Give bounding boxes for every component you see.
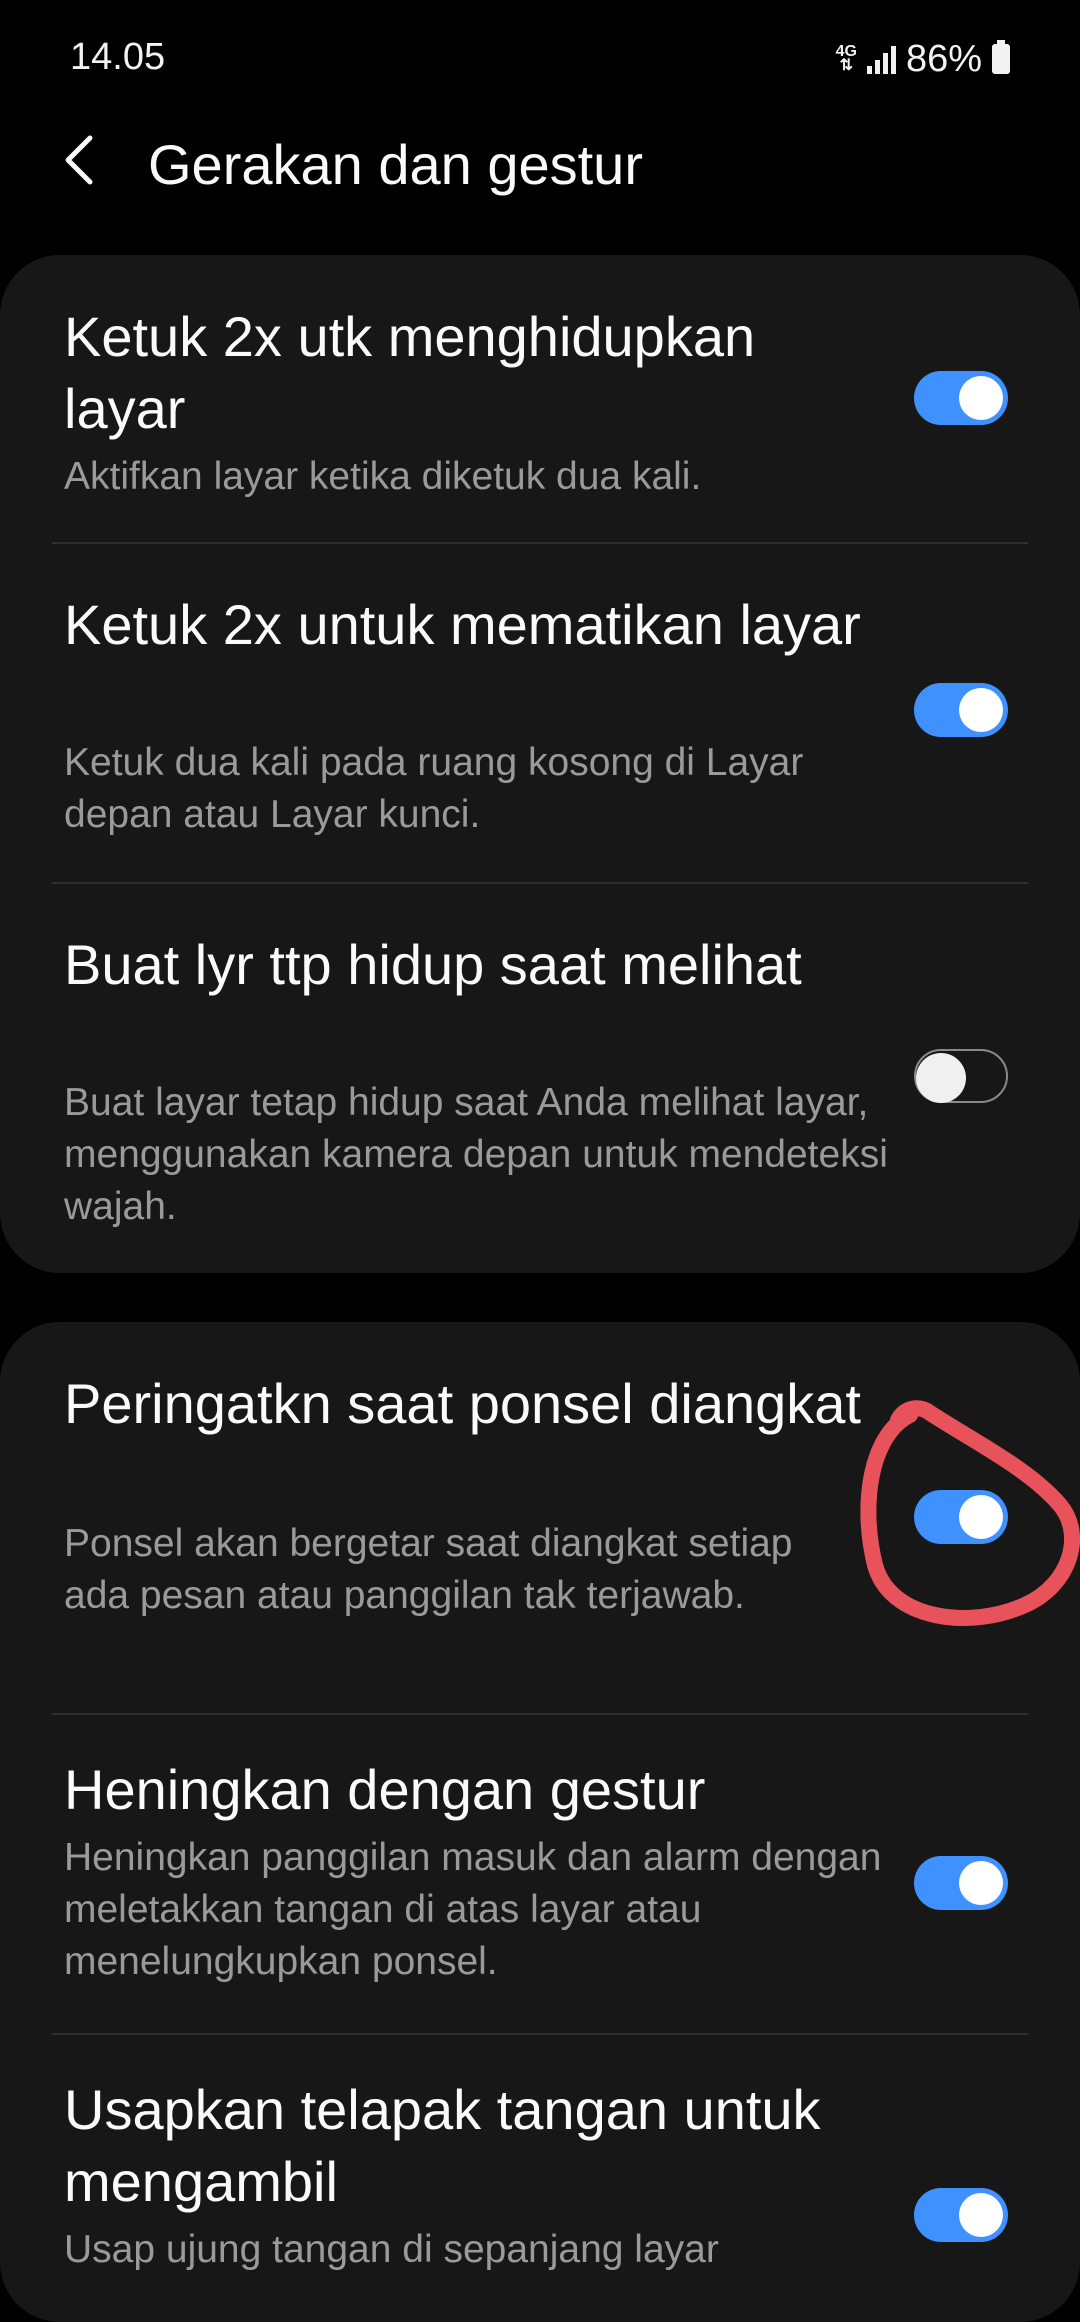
status-icons: 4G ⇅ 86%	[836, 34, 1010, 84]
toggle-knob	[959, 1861, 1003, 1905]
signal-icon	[866, 44, 896, 74]
network-icon: 4G ⇅	[836, 44, 857, 74]
setting-double-tap-sleep[interactable]: Ketuk 2x untuk mematikan layar Ketuk dua…	[0, 543, 1080, 883]
setting-description: Ponsel akan bergetar saat diangkat setia…	[64, 1522, 793, 1617]
toggle-knob	[959, 376, 1003, 420]
settings-card-1: Ketuk 2x utk menghidupkan layar Aktifkan…	[0, 255, 1080, 1273]
setting-title: Heningkan dengan gestur	[64, 1758, 706, 1821]
annotation-circle-icon	[860, 1400, 1080, 1626]
setting-easy-mute[interactable]: Heningkan dengan gestur Heningkan panggi…	[0, 1714, 1080, 2034]
chevron-left-icon	[65, 135, 93, 185]
toggle-switch[interactable]	[914, 2188, 1008, 2242]
back-button[interactable]	[60, 130, 120, 200]
toggle-switch[interactable]	[914, 683, 1008, 737]
setting-description: Ketuk dua kali pada ruang kosong di Laya…	[64, 741, 804, 836]
toggle-knob	[916, 1053, 966, 1103]
setting-title: Peringatkn saat ponsel diangkat	[64, 1372, 861, 1435]
battery-icon	[992, 40, 1010, 74]
setting-title: Buat lyr ttp hidup saat melihat	[64, 933, 802, 996]
data-arrows-icon: ⇅	[839, 57, 853, 74]
toggle-switch[interactable]	[914, 371, 1008, 425]
setting-description: Heningkan panggilan masuk dan alarm deng…	[64, 1836, 882, 1983]
setting-description: Usap ujung tangan di sepanjang layar	[64, 2228, 719, 2271]
setting-title: Ketuk 2x utk menghidupkan layar	[64, 305, 756, 440]
status-time: 14.05	[70, 36, 166, 78]
page-title: Gerakan dan gestur	[148, 133, 643, 196]
toggle-switch[interactable]	[914, 1049, 1008, 1103]
battery-percent: 86%	[905, 37, 982, 80]
setting-double-tap-wake[interactable]: Ketuk 2x utk menghidupkan layar Aktifkan…	[0, 255, 1080, 543]
toggle-knob	[959, 688, 1003, 732]
setting-title: Ketuk 2x untuk mematikan layar	[64, 593, 861, 656]
status-bar: 14.05 4G ⇅ 86%	[0, 0, 1080, 120]
setting-description: Buat layar tetap hidup saat Anda melihat…	[64, 1081, 888, 1228]
setting-smart-stay[interactable]: Buat lyr ttp hidup saat melihat Buat lay…	[0, 883, 1080, 1273]
toggle-knob	[959, 2193, 1003, 2237]
toggle-switch[interactable]	[914, 1856, 1008, 1910]
setting-description: Aktifkan layar ketika diketuk dua kali.	[64, 455, 702, 498]
app-bar: Gerakan dan gestur	[0, 110, 1080, 220]
setting-title: Usapkan telapak tangan untuk mengambil	[64, 2078, 821, 2213]
setting-palm-swipe-capture[interactable]: Usapkan telapak tangan untuk mengambil U…	[0, 2034, 1080, 2322]
